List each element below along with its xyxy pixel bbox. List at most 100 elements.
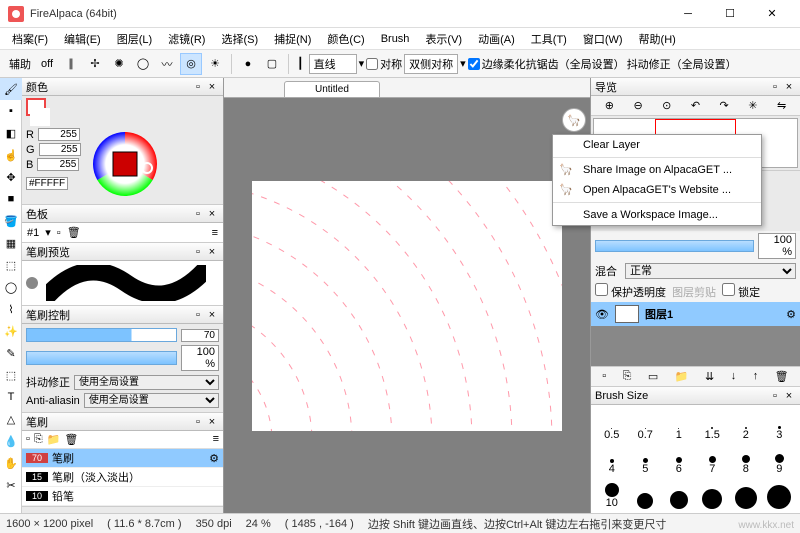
protect-alpha-checkbox[interactable]: 保护透明度	[595, 283, 666, 300]
fill-shape-icon[interactable]: ■	[0, 188, 22, 210]
brush-dup-icon[interactable]: ⎘	[34, 433, 43, 446]
brush-tool-icon[interactable]: 🖌	[0, 78, 22, 100]
canvas[interactable]	[252, 181, 562, 431]
flip-icon[interactable]: ⇋	[777, 99, 786, 112]
eyedropper-icon[interactable]: 💧	[0, 430, 22, 452]
menu-snap[interactable]: 捕捉(N)	[268, 29, 317, 49]
brush-size-cell[interactable]: 3	[763, 409, 797, 441]
panel-close-icon[interactable]: ×	[782, 389, 796, 403]
layer-opacity-slider[interactable]	[595, 240, 754, 252]
rotate-right-icon[interactable]: ↷	[720, 99, 729, 112]
lock-checkbox[interactable]: 锁定	[722, 283, 760, 300]
layer-item[interactable]: 👁 图层1 ⚙	[591, 302, 800, 326]
ctx-save-workspace[interactable]: Save a Workspace Image...	[553, 205, 761, 225]
brush-row[interactable]: 15笔刷（淡入淡出）	[22, 468, 223, 487]
brush-size-cell[interactable]: 10	[595, 477, 629, 509]
panel-close-icon[interactable]: ×	[782, 80, 796, 94]
color-r-input[interactable]	[38, 128, 80, 141]
brush-size-value[interactable]: 70	[181, 329, 219, 342]
panel-undock-icon[interactable]: ▫	[191, 245, 205, 259]
divide-tool-icon[interactable]: ✂	[0, 474, 22, 496]
snap-circle-icon[interactable]: ◯	[132, 53, 154, 75]
ctx-clear-layer[interactable]: Clear Layer	[553, 135, 761, 155]
brush-opacity-slider[interactable]	[26, 351, 177, 365]
panel-close-icon[interactable]: ×	[205, 207, 219, 221]
menu-view[interactable]: 表示(V)	[419, 29, 468, 49]
panel-close-icon[interactable]: ×	[205, 308, 219, 322]
brush-size-cell[interactable]: 0.5	[595, 409, 629, 441]
panel-close-icon[interactable]: ×	[205, 80, 219, 94]
snap-curve-icon[interactable]: 〰	[156, 53, 178, 75]
brush-size-slider[interactable]	[26, 328, 177, 342]
menu-tools[interactable]: 工具(T)	[525, 29, 573, 49]
aa-select[interactable]: 使用全局设置	[84, 393, 219, 408]
menu-brush[interactable]: Brush	[375, 31, 416, 47]
visibility-icon[interactable]: 👁	[595, 308, 609, 321]
assist-off-button[interactable]: off	[36, 53, 58, 75]
brush-size-cell[interactable]: 1	[662, 409, 696, 441]
color-b-input[interactable]	[37, 158, 79, 171]
shake-select[interactable]: 使用全局设置	[74, 375, 219, 390]
brush-del-icon[interactable]: 🗑	[64, 433, 78, 446]
panel-undock-icon[interactable]: ▫	[768, 80, 782, 94]
panel-undock-icon[interactable]: ▫	[191, 207, 205, 221]
panel-undock-icon[interactable]: ▫	[191, 308, 205, 322]
brush-size-cell[interactable]: 8	[729, 443, 763, 475]
select-rect-icon[interactable]: ⬚	[0, 254, 22, 276]
snap-concentric-icon[interactable]: ◎	[180, 53, 202, 75]
menu-color[interactable]: 颜色(C)	[321, 29, 370, 49]
alpaca-avatar-icon[interactable]: 🦙	[562, 108, 586, 132]
brush-size-cell[interactable]: 9	[763, 443, 797, 475]
brush-size-cell[interactable]: 6	[662, 443, 696, 475]
brush-folder-icon[interactable]: 📁	[47, 433, 61, 446]
snap-radial-icon[interactable]: ✺	[108, 53, 130, 75]
line-type-select[interactable]: 直线	[309, 54, 357, 74]
color-wheel[interactable]	[89, 128, 161, 200]
palette-delete-icon[interactable]: 🗑	[67, 226, 81, 239]
layer-folder-icon[interactable]: 📁	[675, 370, 689, 383]
brush-size-cell[interactable]: 5	[629, 443, 663, 475]
document-tab[interactable]: Untitled	[284, 81, 380, 97]
shake-checkbox[interactable]: 抖动修正（全局设置）	[627, 56, 737, 72]
text-tool-icon[interactable]: T	[0, 386, 22, 408]
brush-size-cell[interactable]	[662, 477, 696, 509]
panel-undock-icon[interactable]: ▫	[191, 80, 205, 94]
brush-size-cell[interactable]: 2	[729, 409, 763, 441]
brush-size-cell[interactable]: 4	[595, 443, 629, 475]
layer-down-icon[interactable]: ↑	[753, 370, 759, 383]
brush-size-cell[interactable]	[629, 477, 663, 509]
menu-window[interactable]: 窗口(W)	[577, 29, 629, 49]
zoom-in-icon[interactable]: ⊕	[605, 99, 614, 112]
bucket-tool-icon[interactable]: 🪣	[0, 210, 22, 232]
layer-merge-icon[interactable]: ⇊	[705, 370, 714, 383]
ctx-open-alpacaget[interactable]: 🦙Open AlpacaGET's Website ...	[553, 180, 761, 200]
menu-edit[interactable]: 编辑(E)	[58, 29, 107, 49]
rotate-left-icon[interactable]: ↶	[691, 99, 700, 112]
panel-undock-icon[interactable]: ▫	[768, 389, 782, 403]
blend-select[interactable]: 正常	[625, 263, 796, 279]
wand-tool-icon[interactable]: ✨	[0, 320, 22, 342]
hand-tool-icon[interactable]: ✋	[0, 452, 22, 474]
snap-dot-icon[interactable]: ●	[237, 53, 259, 75]
brush-size-cell[interactable]: 0.7	[629, 409, 663, 441]
shape-tool-icon[interactable]: △	[0, 408, 22, 430]
lasso-tool-icon[interactable]: ⌇	[0, 298, 22, 320]
dot-tool-icon[interactable]: ▪	[0, 100, 22, 122]
aa-checkbox[interactable]: 边缘柔化抗锯齿（全局设置）	[468, 56, 625, 72]
layer-group-icon[interactable]: ▭	[648, 370, 658, 383]
layer-opacity-value[interactable]: 100 %	[758, 233, 796, 259]
brush-row[interactable]: 10铅笔	[22, 487, 223, 506]
symmetry-checkbox[interactable]: 对称	[366, 56, 402, 72]
select-pen-icon[interactable]: ⬚	[0, 364, 22, 386]
minimize-button[interactable]: ─	[668, 0, 708, 28]
brush-size-cell[interactable]: 1.5	[696, 409, 730, 441]
menu-filter[interactable]: 滤镜(R)	[162, 29, 211, 49]
gear-icon[interactable]: ⚙	[786, 308, 796, 321]
brush-opacity-value[interactable]: 100 %	[181, 345, 219, 371]
palette-menu-icon[interactable]: ≡	[212, 227, 218, 239]
zoom-fit-icon[interactable]: ⊙	[662, 99, 671, 112]
gear-icon[interactable]: ⚙	[209, 452, 219, 465]
layer-dup-icon[interactable]: ⎘	[623, 370, 632, 383]
menu-layer[interactable]: 图层(L)	[111, 29, 158, 49]
smudge-tool-icon[interactable]: ☝	[0, 144, 22, 166]
